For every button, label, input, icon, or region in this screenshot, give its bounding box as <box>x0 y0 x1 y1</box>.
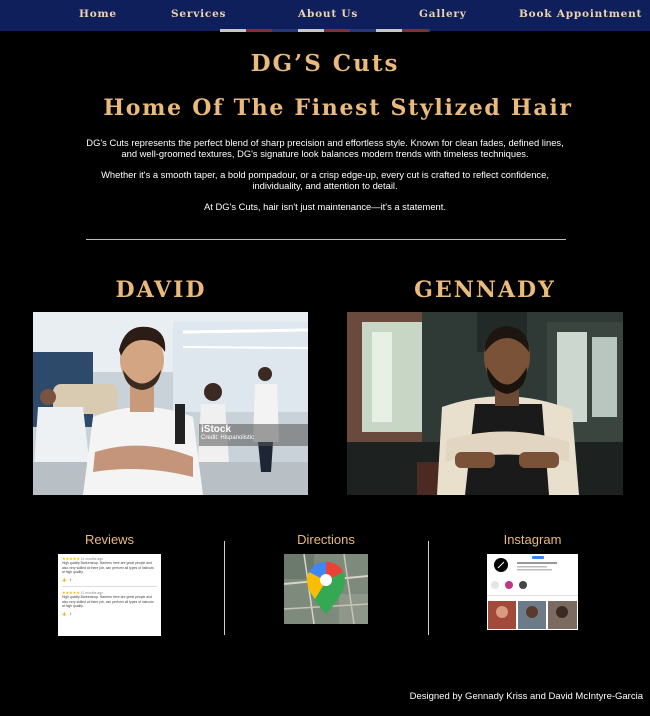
nav-gallery[interactable]: Gallery <box>419 8 467 20</box>
intro-paragraph: Whether it's a smooth taper, a bold pomp… <box>101 169 549 191</box>
nav-book-appointment[interactable]: Book Appointment <box>519 8 642 20</box>
intro-text: DG's Cuts represents the perfect blend o… <box>80 137 570 222</box>
review-snippet: High quality Barbershop. Barbers here ar… <box>62 595 154 609</box>
nav-about-us[interactable]: About Us <box>298 8 358 20</box>
intro-paragraph: At DG's Cuts, hair isn't just maintenanc… <box>204 201 446 212</box>
map-pin-icon <box>284 554 368 624</box>
barber-name-david: DAVID <box>115 277 207 303</box>
column-divider <box>428 541 429 635</box>
review-snippet: High quality Barbershop. Barbers here ar… <box>62 561 154 575</box>
reviews-title: Reviews <box>84 532 135 547</box>
brand-title: DG’S Cuts <box>250 50 400 77</box>
review-time: 11 months ago <box>80 591 104 596</box>
reviews-link[interactable]: ★★★★★ 11 months ago High quality Barbers… <box>58 554 161 636</box>
directions-link[interactable] <box>284 554 368 624</box>
review-time: 11 months ago <box>80 557 104 561</box>
review-actions: 👍 ⇪ <box>62 577 72 582</box>
nav-home[interactable]: Home <box>79 8 117 20</box>
istock-watermark: iStock <box>201 424 232 435</box>
instagram-profile-preview <box>487 554 578 630</box>
nav-services[interactable]: Services <box>171 8 226 20</box>
barber-name-gennady: GENNADY <box>414 277 556 303</box>
star-rating-icon: ★★★★★ <box>62 556 80 561</box>
review-card: ★★★★★ 11 months ago High quality Barbers… <box>62 590 157 616</box>
photo-credit: Credit: Hispanolistic <box>201 435 255 441</box>
section-divider <box>86 239 566 240</box>
barber-pole-stripe <box>220 29 430 32</box>
barber-photo-david: iStock Credit: Hispanolistic <box>33 312 308 495</box>
star-rating-icon: ★★★★★ <box>62 590 80 596</box>
instagram-title: Instagram <box>503 532 562 547</box>
top-nav: Home Services About Us Gallery Book Appo… <box>0 0 650 31</box>
instagram-link[interactable] <box>487 554 578 630</box>
footer-credits: Designed by Gennady Kriss and David McIn… <box>409 691 643 702</box>
directions-title: Directions <box>297 532 355 547</box>
review-actions: 👍 ⇪ <box>62 611 72 616</box>
column-divider <box>224 541 225 635</box>
intro-paragraph: DG's Cuts represents the perfect blend o… <box>86 137 564 159</box>
review-card: ★★★★★ 11 months ago High quality Barbers… <box>62 556 157 582</box>
page-headline: Home Of The Finest Stylized Hair <box>103 95 573 121</box>
barber-photo-gennady <box>347 312 623 495</box>
